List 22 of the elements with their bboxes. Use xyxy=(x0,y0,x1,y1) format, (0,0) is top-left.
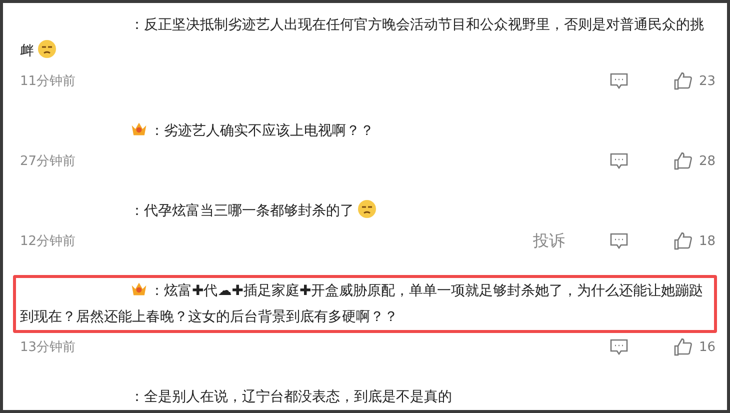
thumbs-up-icon[interactable] xyxy=(673,337,693,357)
like-count: 18 xyxy=(699,234,716,248)
thumbs-up-icon[interactable] xyxy=(673,151,693,171)
comment-text: ：反正坚决抵制劣迹艺人出现在任何官方晚会活动节目和公众视野里，否则是对普通民众的挑衅 xyxy=(20,17,704,59)
comment-text: ：炫富✚代☁✚插足家庭✚开盒威胁原配，单单一项就足够封杀她了，为什么还能让她蹦跶到现在？居然还能上春晚？这女的后台背景到底有多硬啊？？ xyxy=(20,283,704,325)
like-count: 23 xyxy=(699,74,716,88)
comment-icon[interactable] xyxy=(609,337,629,357)
comment-icon[interactable] xyxy=(609,71,629,91)
comment-text: ：全是别人在说，辽宁台都没表态，到底是不是真的 xyxy=(130,389,452,405)
comment-text: ：代孕炫富当三哪一条都够封杀的了 xyxy=(130,203,377,219)
thumbs-up-icon[interactable] xyxy=(673,231,693,251)
comment-time: 27分钟前 xyxy=(20,153,76,170)
thumbs-up-icon[interactable] xyxy=(673,71,693,91)
like-count: 16 xyxy=(699,340,716,354)
comment-text: ：劣迹艺人确实不应该上电视啊？？ xyxy=(150,123,374,139)
report-link[interactable]: 投诉 xyxy=(533,230,565,252)
comment-icon[interactable] xyxy=(609,151,629,171)
comment-time: 13分钟前 xyxy=(20,339,76,356)
comment-time: 12分钟前 xyxy=(20,233,76,250)
comment-time: 11分钟前 xyxy=(20,73,76,90)
comment-icon[interactable] xyxy=(609,231,629,251)
like-count: 28 xyxy=(699,154,716,168)
